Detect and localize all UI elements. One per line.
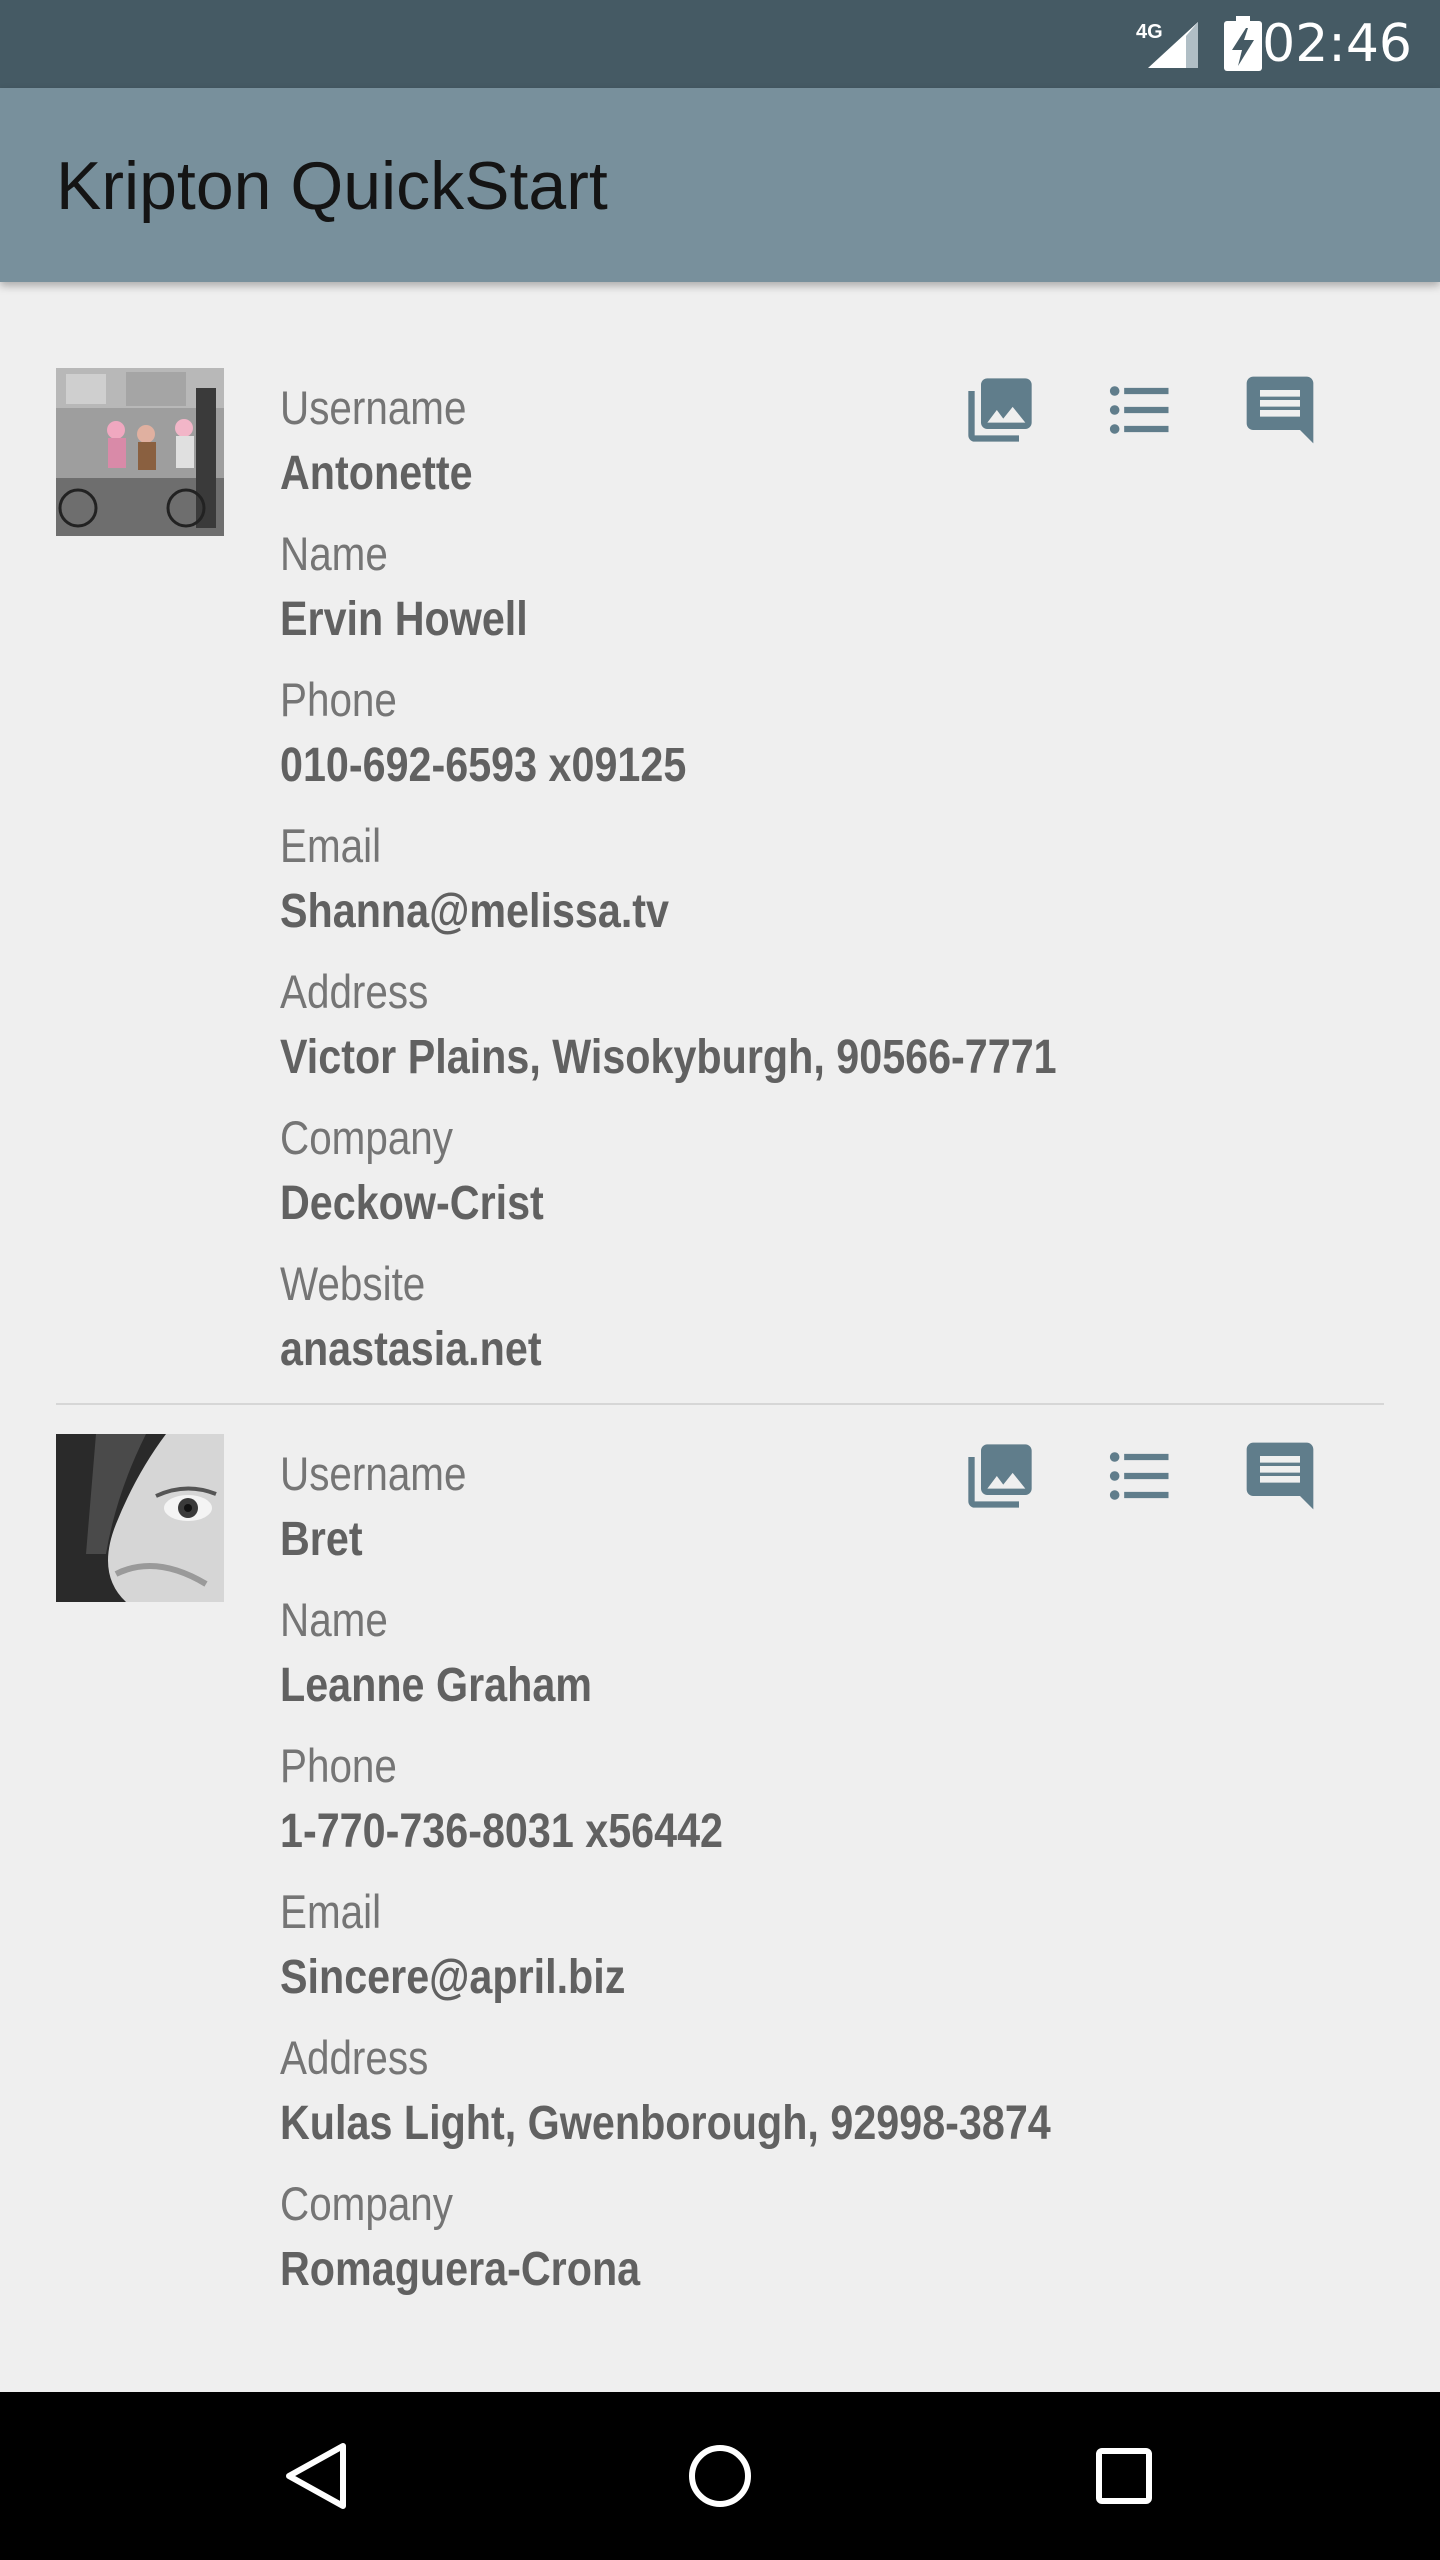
user-actions: [960, 1436, 1340, 1516]
user-actions: [960, 370, 1340, 450]
field-company: Company Deckow-Crist: [280, 1110, 1280, 1256]
field-label: Company: [280, 1111, 453, 1164]
field-name: Name Leanne Graham: [280, 1592, 1280, 1738]
field-label: Name: [280, 527, 388, 580]
list-icon: [1109, 386, 1169, 434]
avatar-photo-icon: [56, 1434, 224, 1602]
user-fields: Username Bret Name Leanne Graham Phone 1…: [280, 1446, 1280, 2322]
home-circle-icon: [689, 2445, 751, 2507]
field-label: Website: [280, 1257, 426, 1310]
field-label: Company: [280, 2177, 453, 2230]
signal-4g-icon: 4G: [1136, 21, 1198, 68]
home-button[interactable]: [670, 2426, 770, 2526]
field-value: 1-770-736-8031 x56442: [280, 1805, 723, 1858]
user-fields: Username Antonette Name Ervin Howell Pho…: [280, 380, 1280, 1402]
field-value: Sincere@april.biz: [280, 1951, 626, 2004]
battery-charging-icon: [1224, 16, 1262, 71]
app-title: Kripton QuickStart: [56, 148, 608, 224]
photos-button[interactable]: [960, 1436, 1040, 1516]
field-value: Bret: [280, 1513, 363, 1566]
user-card: Username Bret Name Leanne Graham Phone 1…: [0, 1348, 1440, 2334]
field-address: Address Kulas Light, Gwenborough, 92998-…: [280, 2030, 1280, 2176]
posts-list-button[interactable]: [1100, 370, 1180, 450]
avatar-photo-icon: [56, 368, 224, 536]
user-card: Username Antonette Name Ervin Howell Pho…: [0, 282, 1440, 1405]
field-name: Name Ervin Howell: [280, 526, 1280, 672]
field-value: Shanna@melissa.tv: [280, 885, 670, 938]
field-email: Email Shanna@melissa.tv: [280, 818, 1280, 964]
field-email: Email Sincere@april.biz: [280, 1884, 1280, 2030]
photo-album-icon: [968, 378, 1032, 442]
field-phone: Phone 010-692-6593 x09125: [280, 672, 1280, 818]
field-value: Deckow-Crist: [280, 1177, 544, 1230]
posts-list-button[interactable]: [1100, 1436, 1180, 1516]
back-button[interactable]: [266, 2426, 366, 2526]
back-triangle-icon: [286, 2443, 346, 2509]
field-company: Company Romaguera-Crona: [280, 2176, 1280, 2322]
field-label: Phone: [280, 673, 397, 726]
field-label: Phone: [280, 1739, 397, 1792]
status-bar: 4G 02:46: [0, 0, 1440, 88]
field-label: Address: [280, 2031, 429, 2084]
comments-button[interactable]: [1240, 370, 1320, 450]
field-value: Victor Plains, Wisokyburgh, 90566-7771: [280, 1031, 1057, 1084]
user-avatar: [56, 1434, 224, 1602]
comment-icon: [1246, 376, 1314, 444]
comments-button[interactable]: [1240, 1436, 1320, 1516]
comment-icon: [1246, 1442, 1314, 1510]
field-label: Username: [280, 1447, 467, 1500]
field-value: Antonette: [280, 447, 473, 500]
field-value: Ervin Howell: [280, 593, 528, 646]
user-list[interactable]: Username Antonette Name Ervin Howell Pho…: [0, 282, 1440, 2334]
user-avatar: [56, 368, 224, 536]
recents-button[interactable]: [1074, 2426, 1174, 2526]
recents-square-icon: [1096, 2448, 1152, 2504]
app-bar: Kripton QuickStart: [0, 88, 1440, 282]
field-label: Email: [280, 819, 382, 872]
field-label: Address: [280, 965, 429, 1018]
field-value: Romaguera-Crona: [280, 2243, 641, 2296]
field-value: Leanne Graham: [280, 1659, 593, 1712]
field-label: Email: [280, 1885, 382, 1938]
field-label: Username: [280, 381, 467, 434]
field-address: Address Victor Plains, Wisokyburgh, 9056…: [280, 964, 1280, 1110]
status-time: 02:46: [1262, 14, 1412, 74]
field-label: Name: [280, 1593, 388, 1646]
list-icon: [1109, 1452, 1169, 1500]
field-value: 010-692-6593 x09125: [280, 739, 687, 792]
field-phone: Phone 1-770-736-8031 x56442: [280, 1738, 1280, 1884]
field-value: Kulas Light, Gwenborough, 92998-3874: [280, 2097, 1051, 2150]
navigation-bar: [0, 2392, 1440, 2560]
photos-button[interactable]: [960, 370, 1040, 450]
network-type: 4G: [1136, 21, 1163, 43]
photo-album-icon: [968, 1444, 1032, 1508]
